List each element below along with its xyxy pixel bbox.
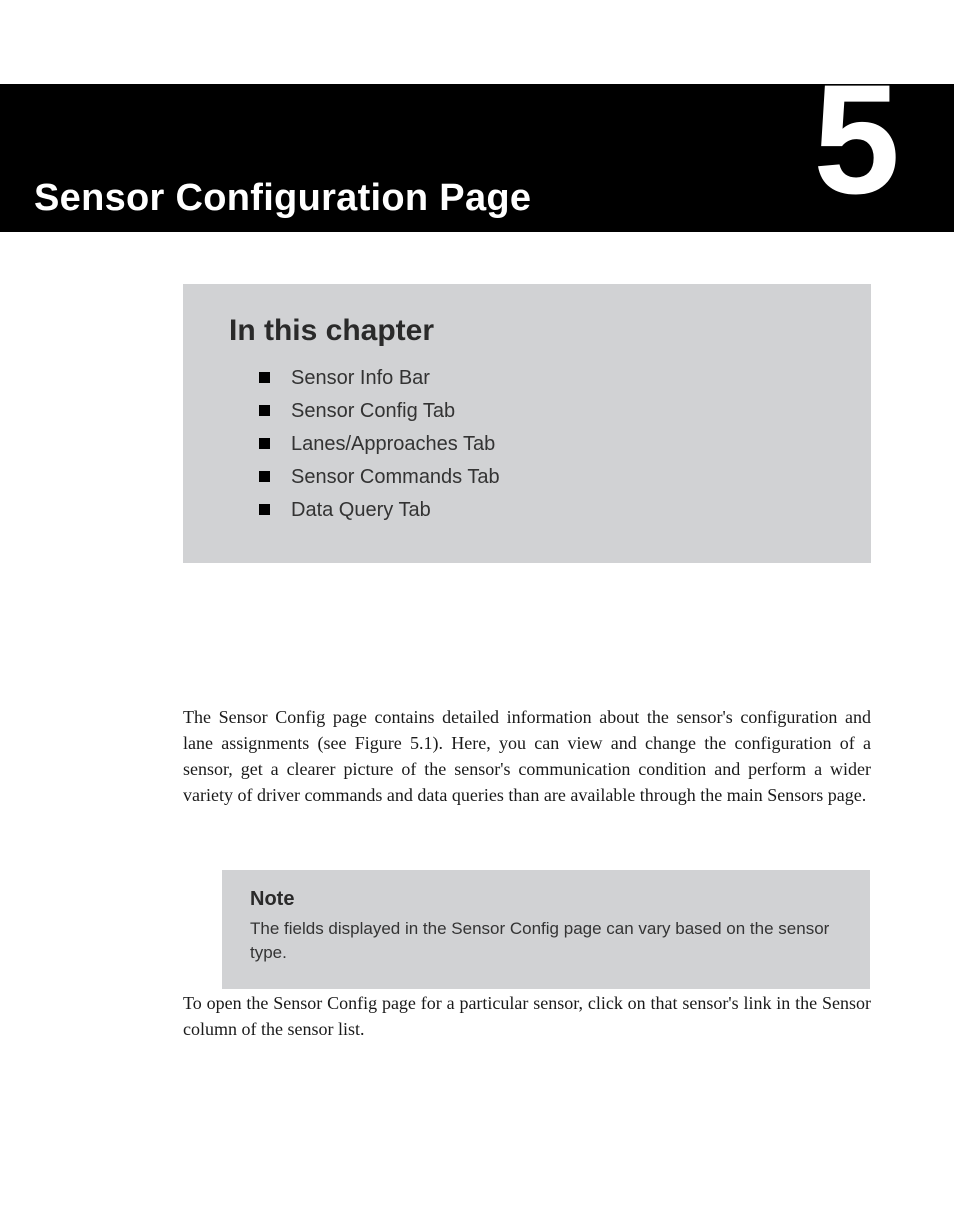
list-item: Data Query Tab <box>259 494 825 527</box>
list-item: Lanes/Approaches Tab <box>259 428 825 461</box>
chapter-title: Sensor Configuration Page <box>34 177 531 220</box>
list-item: Sensor Commands Tab <box>259 461 825 494</box>
note-box: Note The fields displayed in the Sensor … <box>222 870 870 989</box>
in-this-chapter-box: In this chapter Sensor Info Bar Sensor C… <box>183 284 871 563</box>
document-page: Sensor Configuration Page 5 In this chap… <box>0 0 954 1227</box>
in-this-chapter-heading: In this chapter <box>229 314 825 348</box>
note-body: The fields displayed in the Sensor Confi… <box>250 917 842 965</box>
note-title: Note <box>250 888 842 911</box>
list-item: Sensor Config Tab <box>259 395 825 428</box>
intro-paragraph: The Sensor Config page contains detailed… <box>183 704 871 808</box>
chapter-topic-list: Sensor Info Bar Sensor Config Tab Lanes/… <box>229 362 825 527</box>
list-item: Sensor Info Bar <box>259 362 825 395</box>
chapter-number: 5 <box>813 62 896 218</box>
open-instructions-paragraph: To open the Sensor Config page for a par… <box>183 990 871 1042</box>
chapter-banner: Sensor Configuration Page 5 <box>0 84 954 232</box>
